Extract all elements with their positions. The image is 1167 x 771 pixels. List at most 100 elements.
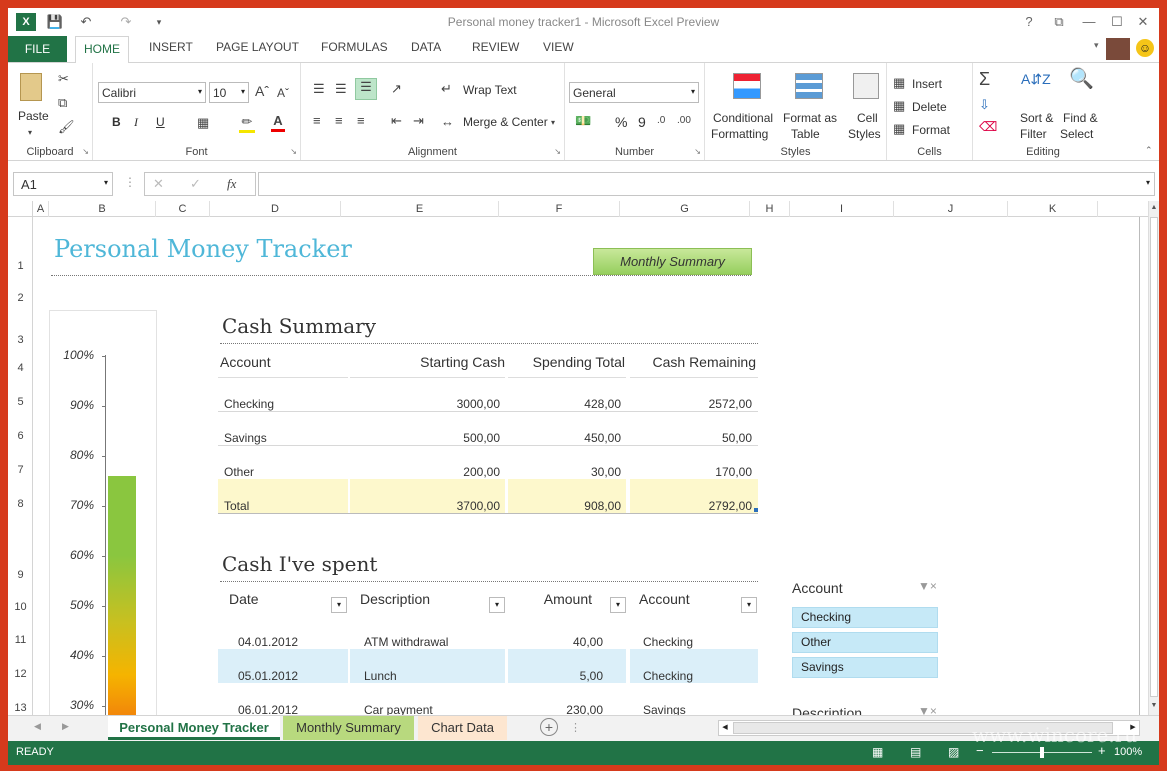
borders-icon[interactable]: ▦ [197,115,209,131]
row-header[interactable]: 4 [8,362,33,374]
tab-formulas[interactable]: FORMULAS [321,40,388,54]
worksheet[interactable]: Personal Money Tracker Monthly Summary 1… [34,217,1148,715]
underline-button[interactable]: U [156,115,165,129]
merge-center-button[interactable]: Merge & Center [463,115,548,129]
tab-splitter-icon[interactable]: ⋮ [570,721,581,734]
spent-amount[interactable]: 230,00 [508,703,603,715]
column-header-k[interactable]: K [1008,201,1098,217]
align-top-icon[interactable]: ☰ [313,81,325,97]
column-header-g[interactable]: G [620,201,750,217]
column-header-i[interactable]: I [790,201,894,217]
insert-function-icon[interactable]: fx [227,176,236,192]
filter-dropdown-icon[interactable]: ▾ [489,597,505,613]
row-header[interactable]: 1 [8,260,33,272]
grow-font-icon[interactable]: Aˆ [255,83,269,99]
summary-account[interactable]: Savings [224,431,267,445]
spent-date[interactable]: 04.01.2012 [238,635,298,649]
align-center-icon[interactable]: ≡ [335,113,343,129]
align-right-icon[interactable]: ≡ [357,113,365,129]
table-resize-handle[interactable] [754,508,758,512]
row-header[interactable]: 9 [8,569,33,581]
wrap-text-button[interactable]: Wrap Text [463,83,517,97]
font-color-icon[interactable]: A [271,113,285,132]
summary-remaining[interactable]: 50,00 [630,431,752,445]
format-as-table-label-1[interactable]: Format as [783,111,837,125]
tab-page-layout[interactable]: PAGE LAYOUT [216,40,299,54]
format-as-table-label-2[interactable]: Table [791,127,820,141]
spent-amount[interactable]: 40,00 [508,635,603,649]
expand-formula-icon[interactable]: ▾ [1146,178,1150,187]
add-sheet-icon[interactable]: + [540,718,558,736]
spent-date[interactable]: 06.01.2012 [238,703,298,715]
summary-starting[interactable]: 500,00 [350,431,500,445]
scroll-up-icon[interactable]: ▲ [1149,201,1159,215]
zoom-level[interactable]: 100% [1114,746,1142,758]
cut-icon[interactable]: ✂ [58,71,69,87]
spent-account[interactable]: Savings [643,703,686,715]
prev-sheet-icon[interactable]: ◀ [34,721,41,732]
find-select-label-1[interactable]: Find & [1063,111,1098,125]
column-header-f[interactable]: F [499,201,620,217]
ribbon-display-button[interactable]: ⧉ [1048,12,1070,32]
decrease-indent-icon[interactable]: ⇤ [391,113,402,129]
format-cells-icon[interactable]: ▦ [893,121,905,137]
clear-icon[interactable]: ⌫ [979,119,997,135]
vertical-scrollbar[interactable]: ▲ ▼ [1148,201,1159,715]
row-header[interactable]: 7 [8,464,33,476]
help-button[interactable]: ? [1018,12,1040,32]
summary-spending[interactable]: 30,00 [508,465,621,479]
clear-filter-icon[interactable]: ▼× [918,704,937,715]
summary-remaining[interactable]: 170,00 [630,465,752,479]
row-header[interactable]: 2 [8,292,33,304]
cell-styles-label-2[interactable]: Styles [848,127,881,141]
page-layout-view-icon[interactable]: ▤ [910,745,921,759]
sort-filter-icon[interactable]: A⇵Z [1021,71,1051,87]
number-format-select[interactable]: General ▾ [569,82,699,103]
comma-style-button[interactable]: 9 [638,114,646,130]
spent-account[interactable]: Checking [643,635,693,649]
column-header-b[interactable]: B [49,201,156,217]
format-button[interactable]: Format [912,123,950,137]
minimize-button[interactable]: — [1078,12,1100,32]
sort-filter-label-1[interactable]: Sort & [1020,111,1053,125]
normal-view-icon[interactable]: ▦ [872,745,883,759]
maximize-button[interactable]: ☐ [1106,12,1128,32]
total-remaining[interactable]: 2792,00 [630,499,752,513]
insert-cells-icon[interactable]: ▦ [893,75,905,91]
row-header[interactable]: 12 [8,668,33,680]
paste-button[interactable]: Paste [18,109,49,123]
orientation-icon[interactable]: ↗ [391,81,402,97]
paste-dropdown-icon[interactable]: ▾ [28,125,32,141]
copy-icon[interactable]: ⧉ [58,95,67,111]
column-header-a[interactable]: A [33,201,49,217]
autosum-icon[interactable]: Σ [979,70,990,88]
summary-account[interactable]: Checking [224,397,274,411]
cell-styles-label-1[interactable]: Cell [857,111,878,125]
summary-spending[interactable]: 428,00 [508,397,621,411]
row-header[interactable]: 10 [8,601,33,613]
merge-center-icon[interactable]: ↔ [441,114,454,130]
row-header[interactable]: 13 [8,702,33,714]
filter-dropdown-icon[interactable]: ▾ [741,597,757,613]
tab-home[interactable]: HOME [75,36,129,63]
tab-review[interactable]: REVIEW [472,40,519,54]
conditional-formatting-label-1[interactable]: Conditional [713,111,773,125]
spent-amount[interactable]: 5,00 [508,669,603,683]
account-dropdown-icon[interactable]: ▾ [1094,40,1099,51]
merge-dropdown-icon[interactable]: ▾ [551,115,555,131]
insert-button[interactable]: Insert [912,77,942,91]
find-select-label-2[interactable]: Select [1060,127,1093,141]
alignment-launcher-icon[interactable]: ↘ [554,147,561,156]
next-sheet-icon[interactable]: ▶ [62,721,69,732]
italic-button[interactable]: I [134,115,138,130]
clipboard-launcher-icon[interactable]: ↘ [82,147,89,156]
find-select-icon[interactable]: 🔍 [1069,69,1094,89]
select-all-corner[interactable] [8,201,33,217]
enter-icon[interactable]: ✓ [190,176,201,192]
row-header[interactable]: 11 [8,634,33,646]
monthly-summary-button[interactable]: Monthly Summary [593,248,752,275]
number-launcher-icon[interactable]: ↘ [694,147,701,156]
total-label[interactable]: Total [224,499,249,513]
format-painter-icon[interactable]: 🖌 [58,119,75,135]
cancel-icon[interactable]: ✕ [153,176,164,192]
